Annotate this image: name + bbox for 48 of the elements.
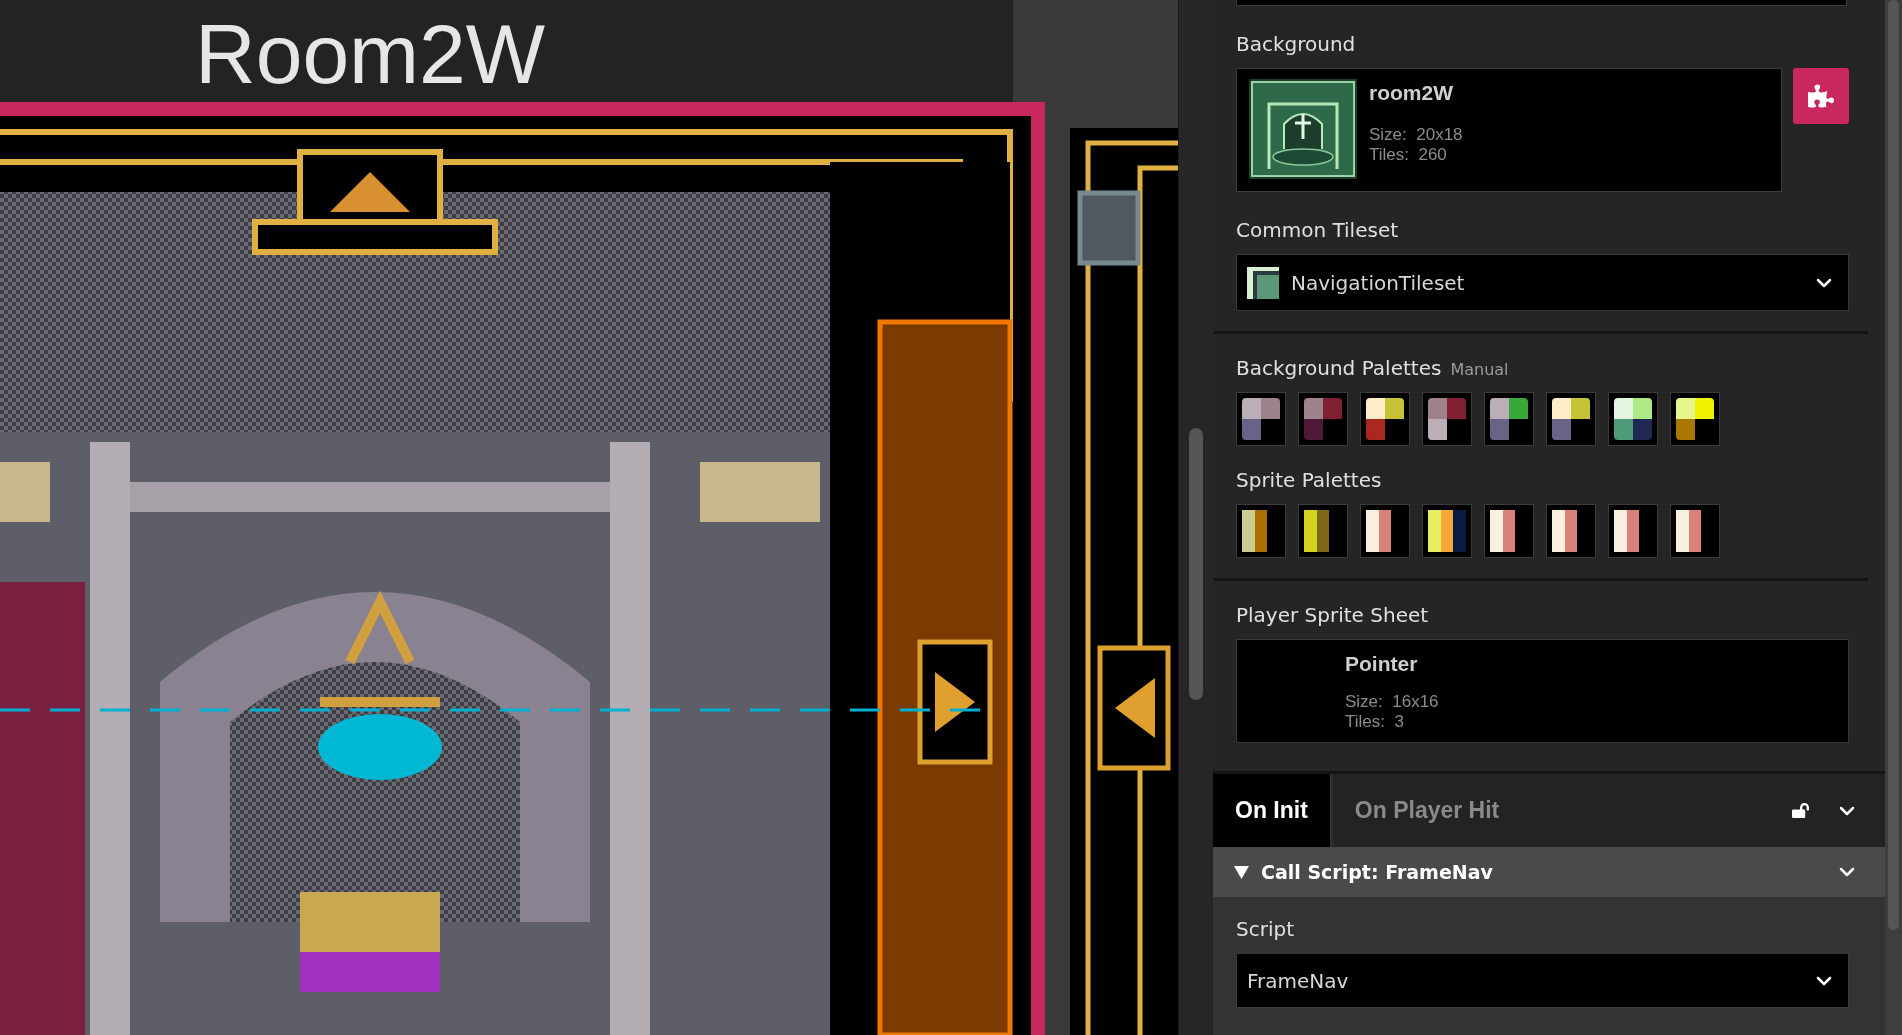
palette-swatch[interactable] — [1298, 504, 1348, 558]
input-field[interactable] — [1236, 0, 1847, 6]
palette-swatch[interactable] — [1484, 392, 1534, 446]
sprite-sheet-card[interactable]: Pointer Size: 16x16 Tiles: 3 — [1236, 639, 1849, 743]
palette-swatch[interactable] — [1608, 392, 1658, 446]
background-name: room2W — [1369, 81, 1454, 105]
unlocked-padlock-icon — [1792, 802, 1809, 819]
scrollbar[interactable] — [1178, 0, 1213, 1035]
background-card[interactable]: room2W Size: 20x18 Tiles: 260 — [1236, 68, 1782, 192]
palette-swatch[interactable] — [1546, 392, 1596, 446]
scrollbar[interactable] — [1885, 0, 1902, 1035]
palette-swatch[interactable] — [1360, 504, 1410, 558]
section-label: Sprite Palettes — [1236, 468, 1382, 492]
tiles-text: Tiles: 3 — [1345, 712, 1405, 732]
palette-swatch[interactable] — [1236, 504, 1286, 558]
sprite-name: Pointer — [1345, 652, 1419, 676]
scene-title: Room2W — [195, 12, 546, 96]
palette-swatch[interactable] — [1670, 392, 1720, 446]
event-header[interactable]: Call Script: FrameNav — [1213, 847, 1885, 897]
section-label: Player Sprite Sheet — [1236, 603, 1429, 627]
puzzle-piece-icon — [1808, 83, 1834, 109]
palette-swatch[interactable] — [1298, 392, 1348, 446]
event-title: Call Script: FrameNav — [1261, 861, 1494, 883]
palette-swatch[interactable] — [1360, 392, 1410, 446]
palette-swatch[interactable] — [1484, 504, 1534, 558]
tiles-text: Tiles: 260 — [1369, 145, 1448, 165]
palette-swatch[interactable] — [1670, 504, 1720, 558]
size-text: Size: 16x16 — [1345, 692, 1439, 712]
section-label: Common Tileset — [1236, 218, 1399, 242]
lock-button[interactable] — [1792, 802, 1809, 819]
size-text: Size: 20x18 — [1369, 125, 1463, 145]
palette-swatch[interactable] — [1236, 392, 1286, 446]
section-label: Background Palettes — [1236, 356, 1442, 380]
extension-button[interactable] — [1793, 68, 1849, 124]
section-label: Background — [1236, 32, 1356, 56]
palette-swatch[interactable] — [1546, 504, 1596, 558]
script-dropdown[interactable]: FrameNav — [1236, 953, 1849, 1008]
palette-swatch[interactable] — [1422, 392, 1472, 446]
field-label: Script — [1236, 917, 1294, 941]
tileset-thumbnail — [1247, 266, 1279, 299]
tab[interactable]: On Init — [1213, 774, 1333, 847]
palette-swatch[interactable] — [1422, 504, 1472, 558]
mode-label: Manual — [1450, 360, 1509, 379]
scene-drawing[interactable] — [0, 102, 1045, 1035]
tab[interactable]: On Player Hit — [1332, 774, 1522, 847]
tileset-dropdown[interactable]: NavigationTileset — [1236, 254, 1849, 311]
palette-swatch[interactable] — [1608, 504, 1658, 558]
scene-drawing[interactable] — [1070, 128, 1178, 1035]
